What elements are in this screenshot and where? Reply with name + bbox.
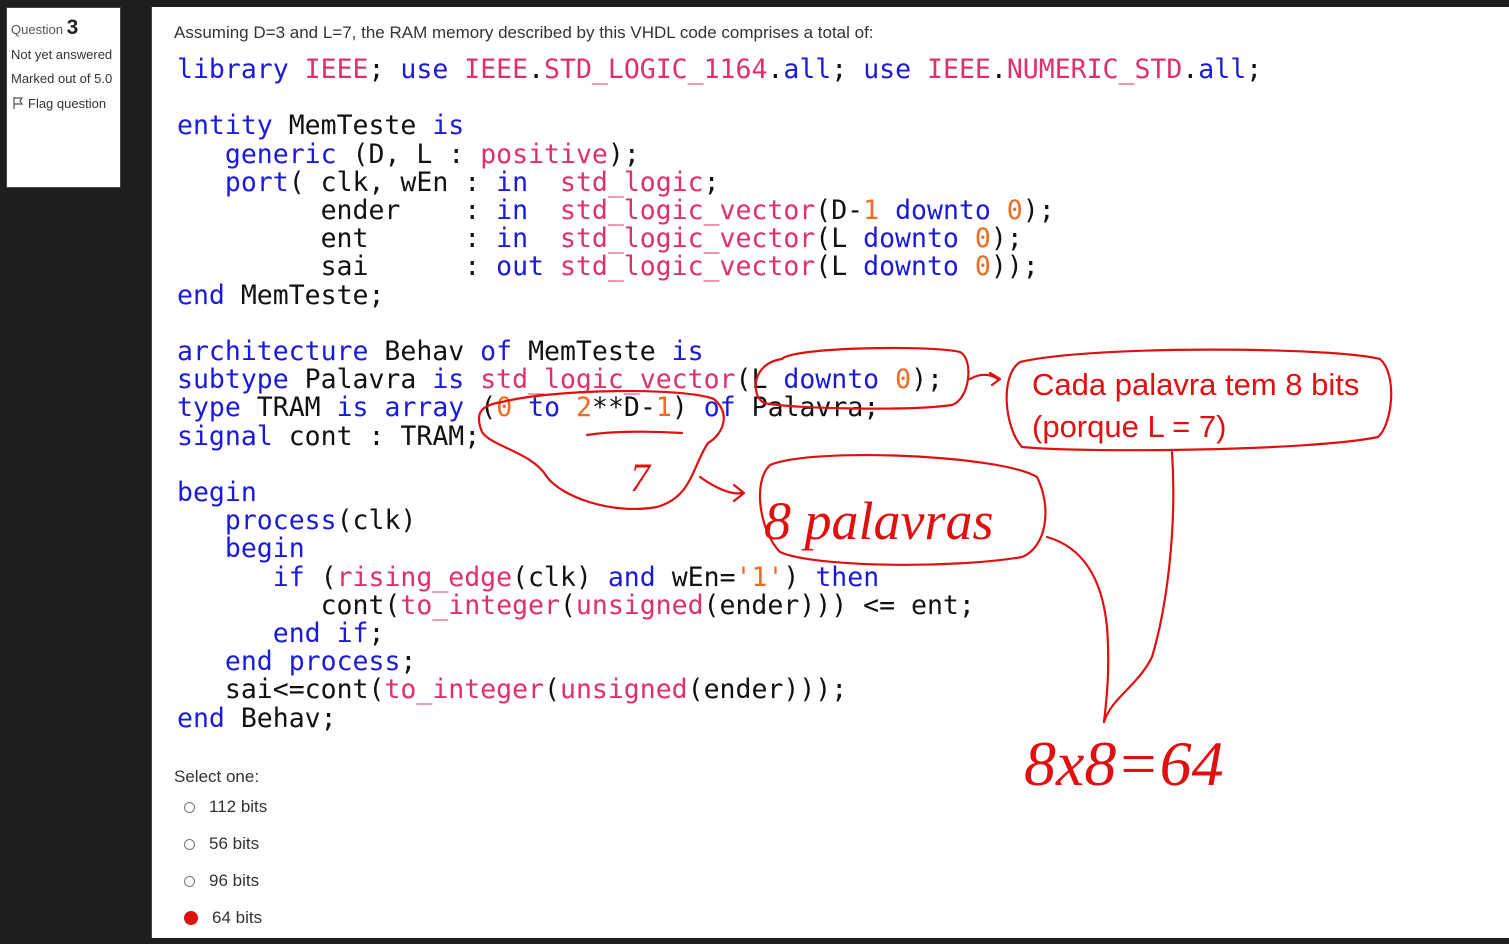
flag-question-label: Flag question: [28, 96, 107, 111]
arrow-to-word-size-note: [968, 371, 1002, 387]
flag-icon: [13, 97, 24, 109]
question-grade: Marked out of 5.0: [11, 71, 113, 86]
word-count-annotation: 8 palavras: [764, 491, 994, 551]
question-number: 3: [66, 16, 79, 39]
result-annotation: 8x8=64: [1024, 728, 1224, 799]
radio-selected-icon[interactable]: [184, 911, 198, 925]
word-size-note-line2: (porque L = 7): [1032, 409, 1226, 444]
flag-question-link[interactable]: Flag question: [11, 96, 116, 111]
question-label: Question: [11, 22, 64, 37]
radio-icon[interactable]: [184, 801, 195, 813]
select-one-label: Select one:: [174, 767, 260, 786]
answer-option-label: 56 bits: [209, 834, 260, 853]
answer-option-label: 112 bits: [209, 797, 268, 816]
circle-array-range: [477, 389, 725, 511]
circle-downto-range: [754, 346, 970, 410]
answer-option[interactable]: 64 bits: [184, 908, 262, 928]
answer-option-label: 96 bits: [209, 871, 260, 890]
underline-exponent: [585, 430, 684, 437]
handwritten-annotations: Cada palavra tem 8 bits (porque L = 7) 7…: [477, 346, 1393, 799]
question-content: Assuming D=3 and L=7, the RAM memory des…: [151, 7, 1509, 938]
answer-option-label: 64 bits: [212, 908, 263, 927]
line-word-count-to-result: [1045, 535, 1110, 724]
question-status: Not yet answered: [11, 47, 113, 62]
answer-option[interactable]: 56 bits: [184, 834, 259, 854]
arrow-to-word-count: [698, 475, 746, 503]
word-size-note-line1: Cada palavra tem 8 bits: [1032, 367, 1359, 402]
answer-option[interactable]: 96 bits: [184, 871, 259, 891]
radio-icon[interactable]: [184, 875, 195, 887]
radio-icon[interactable]: [184, 838, 195, 850]
index-value-annotation: 7: [630, 455, 652, 500]
line-word-size-to-result: [1102, 450, 1175, 724]
question-info-panel: Question 3 Not yet answered Marked out o…: [6, 7, 121, 188]
answer-option[interactable]: 112 bits: [184, 797, 267, 817]
question-number-row: Question 3: [11, 16, 116, 40]
